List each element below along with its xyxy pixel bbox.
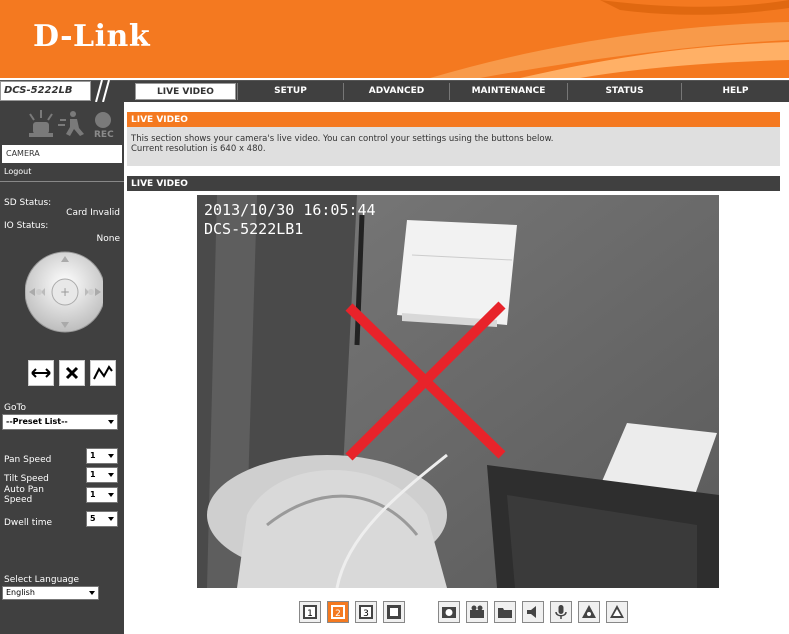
- fullscreen-button[interactable]: [383, 601, 405, 623]
- rec-icon: [95, 112, 111, 128]
- language-label: Select Language: [4, 575, 80, 585]
- video-record-icon: [470, 605, 484, 618]
- ptz-control[interactable]: +: [25, 242, 103, 342]
- patrol-button[interactable]: [90, 360, 116, 386]
- dwell-time-select[interactable]: 5: [86, 511, 118, 527]
- close-icon: [65, 366, 79, 380]
- section-title: LIVE VIDEO: [127, 112, 780, 127]
- desc-line-1: This section shows your camera's live vi…: [131, 134, 554, 144]
- svg-text:+: +: [60, 285, 70, 299]
- language-value: English: [6, 588, 35, 597]
- folder-button[interactable]: [494, 601, 516, 623]
- preset-select[interactable]: --Preset List--: [2, 414, 118, 430]
- live-video-feed[interactable]: 2013/10/30 16:05:44 DCS-5222LB1: [197, 195, 719, 588]
- language-select[interactable]: English: [2, 586, 99, 600]
- svg-text:3: 3: [363, 609, 369, 619]
- warning-icon: [610, 605, 624, 618]
- tab-status[interactable]: STATUS: [567, 83, 681, 100]
- speaker-button[interactable]: [522, 601, 544, 623]
- microphone-icon: [555, 605, 567, 619]
- tilt-speed-select[interactable]: 1: [86, 467, 118, 483]
- slashes-decoration: [95, 80, 110, 102]
- dlink-logo: D-Link: [33, 19, 151, 54]
- tilt-speed-value: 1: [90, 470, 96, 479]
- sidebar: REC CAMERA Logout SD Status: Card Invali…: [0, 102, 124, 634]
- auto-pan-speed-value: 1: [90, 490, 96, 499]
- profile-2-button[interactable]: 2: [327, 601, 349, 623]
- double-arrow-icon: [31, 368, 51, 378]
- desc-line-2: Current resolution is 640 x 480.: [131, 144, 266, 154]
- folder-icon: [498, 608, 512, 618]
- header-banner: D-Link: [0, 0, 789, 78]
- video-header: LIVE VIDEO: [127, 176, 780, 191]
- dwell-time-value: 5: [90, 514, 96, 523]
- preset-select-value: --Preset List--: [6, 417, 68, 426]
- video-timestamp: 2013/10/30 16:05:44: [204, 201, 376, 219]
- record-button[interactable]: [466, 601, 488, 623]
- pan-speed-label: Pan Speed: [4, 455, 52, 465]
- io-status-label: IO Status:: [4, 221, 49, 231]
- camera-icon: [442, 607, 456, 618]
- sd-status-value: Card Invalid: [66, 208, 120, 218]
- sd-status-label: SD Status:: [4, 198, 52, 208]
- model-name: DCS-5222LB: [0, 81, 91, 101]
- patrol-path-icon: [93, 365, 113, 380]
- speaker-icon: [527, 606, 536, 618]
- alarm-output-button[interactable]: [606, 601, 628, 623]
- tab-live-video[interactable]: LIVE VIDEO: [135, 83, 236, 100]
- profile-2-icon: 2: [331, 605, 345, 619]
- tab-setup[interactable]: SETUP: [237, 83, 343, 100]
- dwell-time-label: Dwell time: [4, 518, 53, 528]
- profile-1-button[interactable]: 1: [299, 601, 321, 623]
- camera-link[interactable]: CAMERA: [2, 145, 122, 163]
- profile-1-icon: 1: [303, 605, 317, 619]
- digital-output-button[interactable]: [578, 601, 600, 623]
- svg-text:1: 1: [307, 609, 313, 619]
- microphone-button[interactable]: [550, 601, 572, 623]
- video-camera-name: DCS-5222LB1: [204, 220, 304, 238]
- auto-pan-button[interactable]: [28, 360, 54, 386]
- alarm-icon: [29, 110, 53, 137]
- motion-icon: [58, 111, 84, 136]
- logout-link[interactable]: Logout: [4, 167, 31, 176]
- section-description: This section shows your camera's live vi…: [127, 127, 780, 166]
- auto-pan-speed-select[interactable]: 1: [86, 487, 118, 503]
- snapshot-button[interactable]: [438, 601, 460, 623]
- goto-label: GoTo: [4, 403, 26, 413]
- profile-3-icon: 3: [359, 605, 373, 619]
- pan-speed-value: 1: [90, 451, 96, 460]
- auto-pan-speed-label: Auto Pan Speed: [4, 485, 44, 505]
- tilt-speed-label: Tilt Speed: [4, 474, 49, 484]
- video-scene: [197, 195, 719, 588]
- svg-text:2: 2: [335, 609, 341, 619]
- tab-maintenance[interactable]: MAINTENANCE: [449, 83, 567, 100]
- stop-button[interactable]: [59, 360, 85, 386]
- tab-advanced[interactable]: ADVANCED: [343, 83, 449, 100]
- digital-output-icon: [582, 605, 596, 618]
- pan-speed-select[interactable]: 1: [86, 448, 118, 464]
- tab-help[interactable]: HELP: [681, 83, 789, 100]
- rec-label: REC: [94, 130, 114, 140]
- fullscreen-icon: [387, 605, 401, 619]
- profile-3-button[interactable]: 3: [355, 601, 377, 623]
